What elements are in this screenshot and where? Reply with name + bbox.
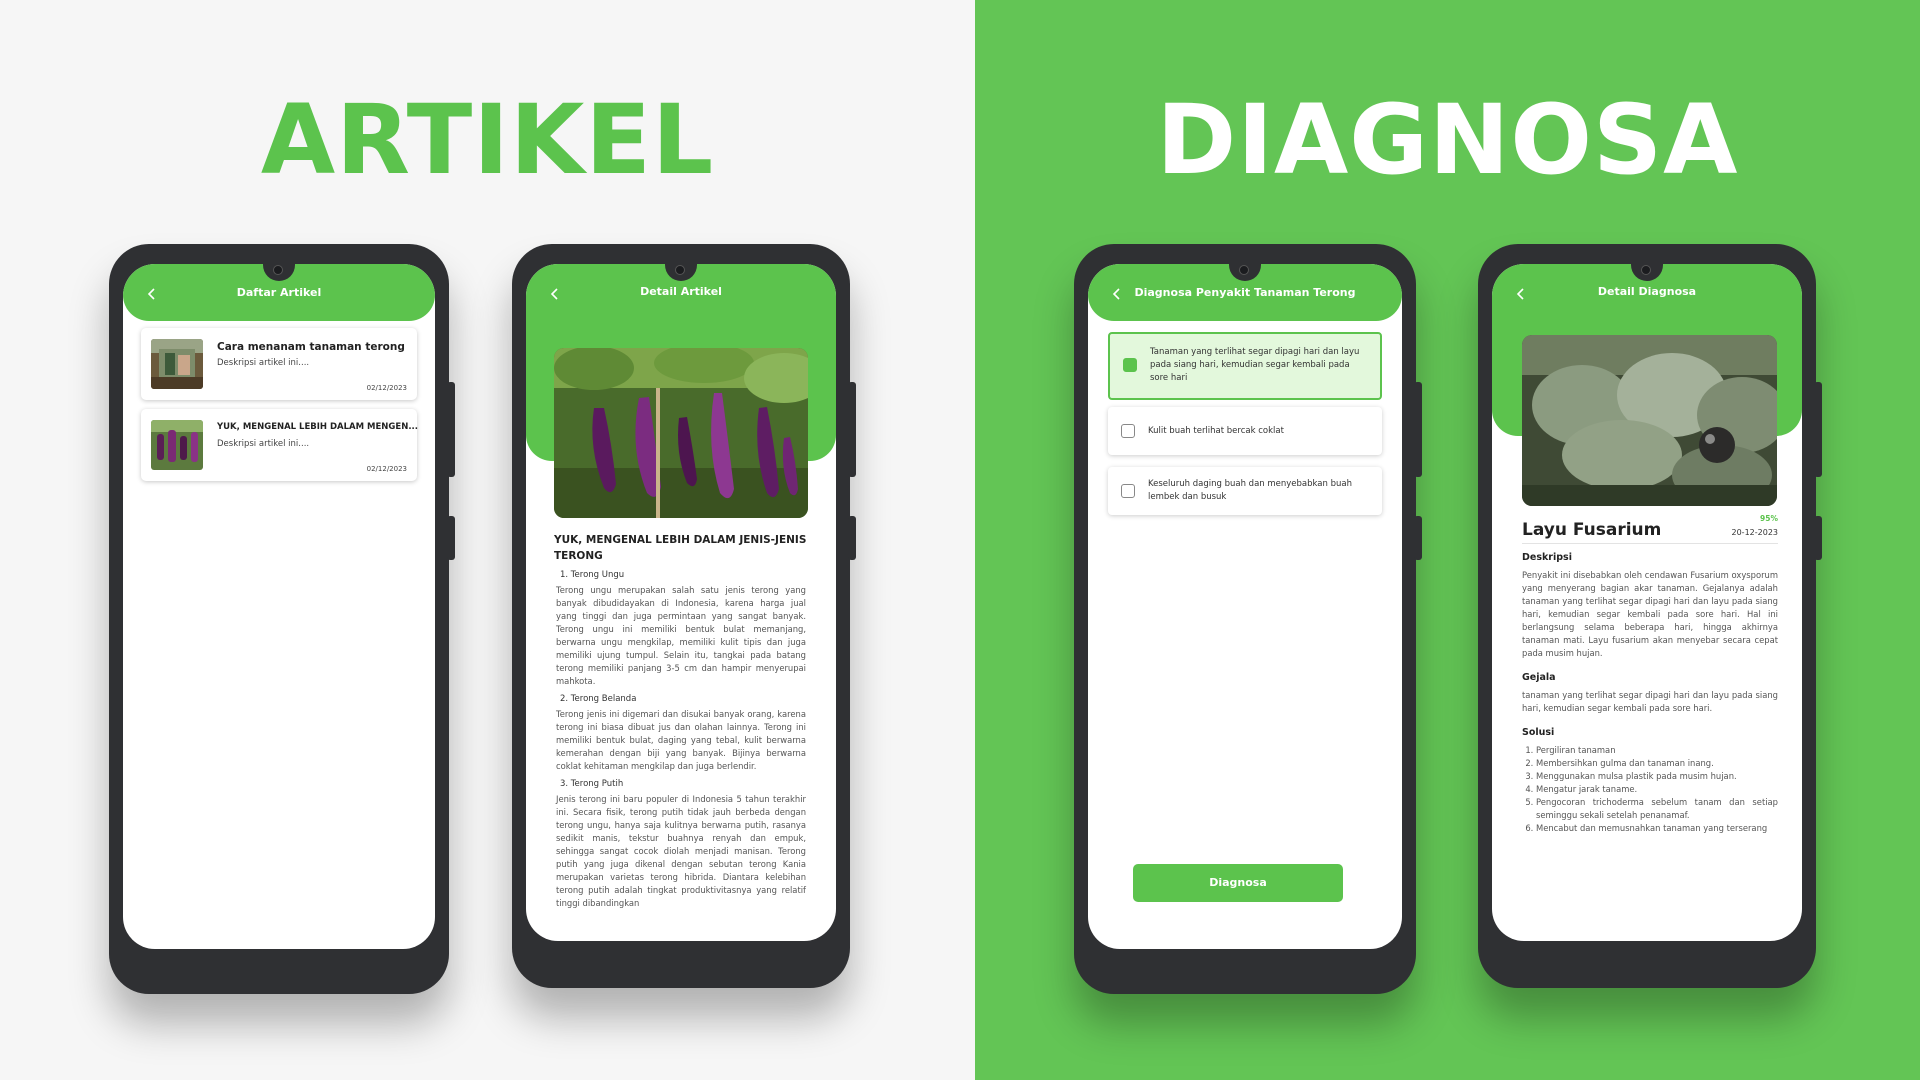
symptom-option[interactable]: Tanaman yang terlihat segar dipagi hari … <box>1108 332 1382 400</box>
section-heading: 1. Terong Ungu <box>560 570 625 580</box>
disease-image <box>1522 335 1777 506</box>
solusi-item: Mengatur jarak taname. <box>1536 783 1778 796</box>
phone-detail-artikel: Detail Artikel YUK, MENGENAL LEBIH DALAM… <box>512 244 856 988</box>
gejala-label: Gejala <box>1522 672 1556 683</box>
article-description: Deskripsi artikel ini.... <box>217 358 310 368</box>
article-date: 02/12/2023 <box>366 465 407 473</box>
symptom-option[interactable]: Keseluruh daging buah dan menyebabkan bu… <box>1108 467 1382 515</box>
article-image <box>554 348 808 518</box>
diagnosa-button[interactable]: Diagnosa <box>1133 864 1343 902</box>
solusi-label: Solusi <box>1522 727 1555 738</box>
page-title: Daftar Artikel <box>236 286 322 299</box>
solusi-item: Menggunakan mulsa plastik pada musim huj… <box>1536 770 1778 783</box>
phone-detail-diagnosa: Detail Diagnosa 95% Layu Fusarium 20-12-… <box>1478 244 1822 988</box>
article-title: Cara menanam tanaman terong <box>217 341 405 353</box>
disease-name: Layu Fusarium <box>1522 520 1662 540</box>
option-text: Tanaman yang terlihat segar dipagi hari … <box>1150 347 1360 383</box>
symptom-option[interactable]: Kulit buah terlihat bercak coklat <box>1108 407 1382 455</box>
checkbox[interactable] <box>1123 358 1137 372</box>
option-text: Kulit buah terlihat bercak coklat <box>1148 426 1284 436</box>
solusi-item: Membersihkan gulma dan tanaman inang. <box>1536 757 1778 770</box>
solusi-item: Pengocoran trichoderma sebelum tanam dan… <box>1536 796 1778 822</box>
page-title: Detail Artikel <box>640 285 722 298</box>
article-thumbnail <box>151 339 203 389</box>
article-thumbnail <box>151 420 203 470</box>
diagnosa-heading: DIAGNOSA <box>1156 84 1739 196</box>
artikel-heading: ARTIKEL <box>260 84 715 196</box>
article-card[interactable]: Cara menanam tanaman terong Deskripsi ar… <box>141 328 417 400</box>
section-heading: 3. Terong Putih <box>560 779 624 789</box>
screen: Detail Diagnosa 95% Layu Fusarium 20-12-… <box>1492 264 1802 941</box>
article-description: Deskripsi artikel ini.... <box>217 439 310 449</box>
screen: Daftar Artikel Cara menanam tanaman tero… <box>123 264 435 949</box>
deskripsi-label: Deskripsi <box>1522 552 1572 563</box>
screen: Detail Artikel YUK, MENGENAL LEBIH DALAM… <box>526 264 836 941</box>
checkbox[interactable] <box>1121 484 1135 498</box>
solusi-item: Pergiliran tanaman <box>1536 744 1778 757</box>
article-date: 02/12/2023 <box>366 384 407 392</box>
gejala-text: tanaman yang terlihat segar dipagi hari … <box>1522 690 1778 713</box>
screen: Diagnosa Penyakit Tanaman Terong Tanaman… <box>1088 264 1402 949</box>
diagnosis-date: 20-12-2023 <box>1731 528 1779 537</box>
solusi-item: Mencabut dan memusnahkan tanaman yang te… <box>1536 822 1778 835</box>
section-body: Terong ungu merupakan salah satu jenis t… <box>556 585 806 686</box>
article-body: 1. Terong Ungu Terong ungu merupakan sal… <box>556 570 806 910</box>
phone-diagnosa: Diagnosa Penyakit Tanaman Terong Tanaman… <box>1074 244 1422 994</box>
page-title: Detail Diagnosa <box>1597 285 1697 298</box>
divider <box>1522 543 1778 544</box>
deskripsi-text: Penyakit ini disebabkan oleh cendawan Fu… <box>1522 570 1778 658</box>
detail-body: Deskripsi Penyakit ini disebabkan oleh c… <box>1522 552 1778 835</box>
section-body: Terong jenis ini digemari dan disukai ba… <box>556 709 806 771</box>
section-heading: 2. Terong Belanda <box>560 694 637 704</box>
page-title: Diagnosa Penyakit Tanaman Terong <box>1134 286 1356 299</box>
confidence-value: 95% <box>1760 514 1778 523</box>
option-text: Keseluruh daging buah dan menyebabkan bu… <box>1148 479 1352 502</box>
solusi-list: Pergiliran tanaman Membersihkan gulma da… <box>1522 744 1778 835</box>
article-card[interactable]: YUK, MENGENAL LEBIH DALAM MENGEN... Desk… <box>141 409 419 481</box>
phone-daftar-artikel: Daftar Artikel Cara menanam tanaman tero… <box>109 244 455 994</box>
article-title: YUK, MENGENAL LEBIH DALAM MENGEN... <box>217 422 419 432</box>
article-title: YUK, MENGENAL LEBIH DALAM JENIS-JENIS TE… <box>554 534 807 562</box>
checkbox[interactable] <box>1121 424 1135 438</box>
section-body: Jenis terong ini baru populer di Indones… <box>556 794 806 908</box>
